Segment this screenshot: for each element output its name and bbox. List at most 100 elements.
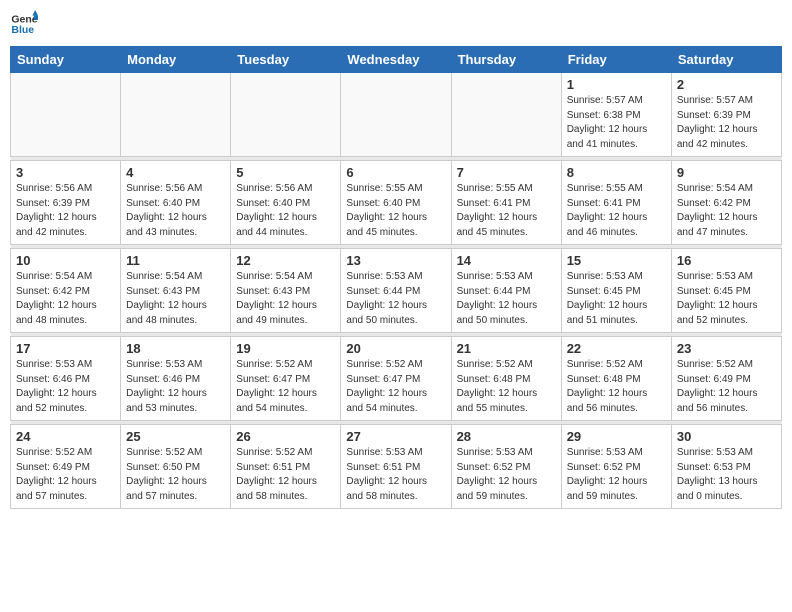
calendar-week-row: 3 Sunrise: 5:56 AM Sunset: 6:39 PM Daylig… [11, 161, 782, 245]
calendar-cell: 24Sunrise: 5:52 AM Sunset: 6:49 PM Dayli… [11, 425, 121, 509]
calendar-cell: 29 Sunrise: 5:53 AM Sunset: 6:52 PM Dayli… [561, 425, 671, 509]
day-number: 5 [236, 165, 335, 180]
day-info: Sunrise: 5:57 AM Sunset: 6:38 PM Dayligh… [567, 94, 666, 152]
day-info: Sunrise: 5:52 AM Sunset: 6:48 PM Dayligh… [567, 358, 666, 416]
day-number: 13 [346, 253, 445, 268]
calendar-cell: 10 Sunrise: 5:54 AM Sunset: 6:42 PM Dayli… [11, 249, 121, 333]
day-number: 2 [677, 77, 776, 92]
day-number: 6 [346, 165, 445, 180]
calendar-cell: 5 Sunrise: 5:56 AM Sunset: 6:40 PM Daylig… [231, 161, 341, 245]
calendar-cell [451, 73, 561, 157]
calendar-cell [121, 73, 231, 157]
day-number: 1 [567, 77, 666, 92]
day-info: Sunrise: 5:54 AM Sunset: 6:43 PM Dayligh… [236, 270, 335, 328]
calendar-cell: 27Sunrise: 5:53 AM Sunset: 6:51 PM Dayli… [341, 425, 451, 509]
calendar-cell: 7 Sunrise: 5:55 AM Sunset: 6:41 PM Daylig… [451, 161, 561, 245]
day-info: Sunrise: 5:53 AM Sunset: 6:45 PM Dayligh… [677, 270, 776, 328]
calendar-cell: 23 Sunrise: 5:52 AM Sunset: 6:49 PM Dayli… [671, 337, 781, 421]
header-wednesday: Wednesday [341, 47, 451, 73]
calendar-cell: 26 Sunrise: 5:52 AM Sunset: 6:51 PM Dayli… [231, 425, 341, 509]
day-info: Sunrise: 5:54 AM Sunset: 6:42 PM Dayligh… [677, 182, 776, 240]
day-number: 20 [346, 341, 445, 356]
header-thursday: Thursday [451, 47, 561, 73]
header-sunday: Sunday [11, 47, 121, 73]
day-number: 25 [126, 429, 225, 444]
day-info: Sunrise: 5:57 AM Sunset: 6:39 PM Dayligh… [677, 94, 776, 152]
calendar-cell: 13 Sunrise: 5:53 AM Sunset: 6:44 PM Dayli… [341, 249, 451, 333]
header-monday: Monday [121, 47, 231, 73]
day-info: Sunrise: 5:53 AM Sunset: 6:46 PM Dayligh… [16, 358, 115, 416]
calendar-cell: 19 Sunrise: 5:52 AM Sunset: 6:47 PM Dayli… [231, 337, 341, 421]
day-number: 12 [236, 253, 335, 268]
day-number: 24 [16, 429, 115, 444]
day-info: Sunrise: 5:52 AM Sunset: 6:47 PM Dayligh… [236, 358, 335, 416]
calendar-cell: 11 Sunrise: 5:54 AM Sunset: 6:43 PM Dayli… [121, 249, 231, 333]
day-info: Sunrise: 5:53 AM Sunset: 6:52 PM Dayligh… [567, 446, 666, 504]
calendar-week-row: 1 Sunrise: 5:57 AM Sunset: 6:38 PM Daylig… [11, 73, 782, 157]
calendar-cell: 18Sunrise: 5:53 AM Sunset: 6:46 PM Dayli… [121, 337, 231, 421]
day-info: Sunrise: 5:53 AM Sunset: 6:52 PM Dayligh… [457, 446, 556, 504]
day-number: 11 [126, 253, 225, 268]
day-info: Sunrise: 5:52 AM Sunset: 6:50 PM Dayligh… [126, 446, 225, 504]
day-info: Sunrise: 5:53 AM Sunset: 6:44 PM Dayligh… [346, 270, 445, 328]
calendar-cell: 2 Sunrise: 5:57 AM Sunset: 6:39 PM Daylig… [671, 73, 781, 157]
logo-icon: General Blue [10, 10, 38, 38]
calendar-week-row: 17 Sunrise: 5:53 AM Sunset: 6:46 PM Dayli… [11, 337, 782, 421]
calendar-cell: 21Sunrise: 5:52 AM Sunset: 6:48 PM Dayli… [451, 337, 561, 421]
day-info: Sunrise: 5:56 AM Sunset: 6:40 PM Dayligh… [126, 182, 225, 240]
day-info: Sunrise: 5:52 AM Sunset: 6:51 PM Dayligh… [236, 446, 335, 504]
calendar-cell: 17 Sunrise: 5:53 AM Sunset: 6:46 PM Dayli… [11, 337, 121, 421]
calendar-cell: 20Sunrise: 5:52 AM Sunset: 6:47 PM Dayli… [341, 337, 451, 421]
day-number: 14 [457, 253, 556, 268]
header-friday: Friday [561, 47, 671, 73]
day-info: Sunrise: 5:55 AM Sunset: 6:41 PM Dayligh… [457, 182, 556, 240]
day-number: 17 [16, 341, 115, 356]
calendar-table: SundayMondayTuesdayWednesdayThursdayFrid… [10, 46, 782, 509]
day-number: 19 [236, 341, 335, 356]
day-info: Sunrise: 5:54 AM Sunset: 6:43 PM Dayligh… [126, 270, 225, 328]
header-tuesday: Tuesday [231, 47, 341, 73]
day-info: Sunrise: 5:53 AM Sunset: 6:51 PM Dayligh… [346, 446, 445, 504]
day-number: 8 [567, 165, 666, 180]
calendar-cell: 28Sunrise: 5:53 AM Sunset: 6:52 PM Dayli… [451, 425, 561, 509]
calendar-cell: 3 Sunrise: 5:56 AM Sunset: 6:39 PM Daylig… [11, 161, 121, 245]
calendar-cell [11, 73, 121, 157]
calendar-cell: 22 Sunrise: 5:52 AM Sunset: 6:48 PM Dayli… [561, 337, 671, 421]
day-number: 18 [126, 341, 225, 356]
day-number: 29 [567, 429, 666, 444]
svg-text:Blue: Blue [11, 24, 34, 36]
day-info: Sunrise: 5:53 AM Sunset: 6:45 PM Dayligh… [567, 270, 666, 328]
day-number: 22 [567, 341, 666, 356]
day-number: 10 [16, 253, 115, 268]
day-number: 4 [126, 165, 225, 180]
calendar-cell: 9 Sunrise: 5:54 AM Sunset: 6:42 PM Daylig… [671, 161, 781, 245]
calendar-cell: 8 Sunrise: 5:55 AM Sunset: 6:41 PM Daylig… [561, 161, 671, 245]
calendar-cell [231, 73, 341, 157]
day-info: Sunrise: 5:52 AM Sunset: 6:49 PM Dayligh… [677, 358, 776, 416]
calendar-cell: 1 Sunrise: 5:57 AM Sunset: 6:38 PM Daylig… [561, 73, 671, 157]
calendar-cell [341, 73, 451, 157]
calendar-cell: 14 Sunrise: 5:53 AM Sunset: 6:44 PM Dayli… [451, 249, 561, 333]
day-number: 26 [236, 429, 335, 444]
calendar-header-row: SundayMondayTuesdayWednesdayThursdayFrid… [11, 47, 782, 73]
day-number: 15 [567, 253, 666, 268]
calendar-cell: 4 Sunrise: 5:56 AM Sunset: 6:40 PM Daylig… [121, 161, 231, 245]
logo: General Blue [10, 10, 42, 38]
day-number: 3 [16, 165, 115, 180]
day-number: 9 [677, 165, 776, 180]
day-info: Sunrise: 5:55 AM Sunset: 6:41 PM Dayligh… [567, 182, 666, 240]
day-info: Sunrise: 5:56 AM Sunset: 6:40 PM Dayligh… [236, 182, 335, 240]
calendar-cell: 30 Sunrise: 5:53 AM Sunset: 6:53 PM Dayli… [671, 425, 781, 509]
header-saturday: Saturday [671, 47, 781, 73]
day-number: 16 [677, 253, 776, 268]
day-info: Sunrise: 5:56 AM Sunset: 6:39 PM Dayligh… [16, 182, 115, 240]
calendar-cell: 16 Sunrise: 5:53 AM Sunset: 6:45 PM Dayli… [671, 249, 781, 333]
day-number: 30 [677, 429, 776, 444]
day-number: 7 [457, 165, 556, 180]
day-info: Sunrise: 5:52 AM Sunset: 6:48 PM Dayligh… [457, 358, 556, 416]
day-info: Sunrise: 5:54 AM Sunset: 6:42 PM Dayligh… [16, 270, 115, 328]
day-number: 23 [677, 341, 776, 356]
calendar-week-row: 10 Sunrise: 5:54 AM Sunset: 6:42 PM Dayli… [11, 249, 782, 333]
day-info: Sunrise: 5:53 AM Sunset: 6:44 PM Dayligh… [457, 270, 556, 328]
day-info: Sunrise: 5:53 AM Sunset: 6:53 PM Dayligh… [677, 446, 776, 504]
